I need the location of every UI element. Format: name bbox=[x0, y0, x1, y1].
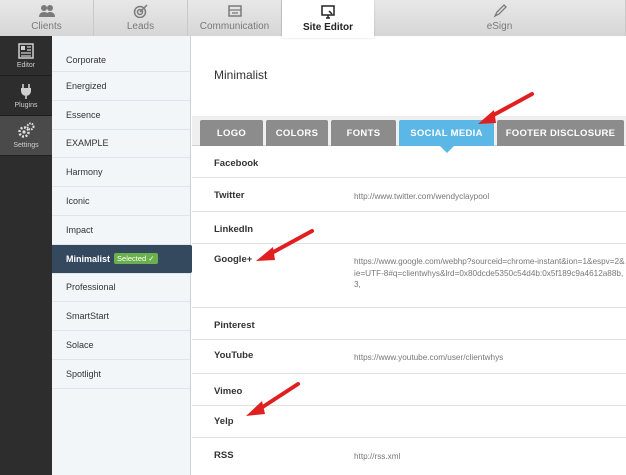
users-icon bbox=[38, 4, 56, 18]
social-label: LinkedIn bbox=[214, 224, 254, 235]
checkmark-icon: ✓ bbox=[148, 254, 155, 264]
social-row-google-plus[interactable]: Google+ https://www.google.com/webhp?sou… bbox=[192, 244, 626, 308]
social-label: Vimeo bbox=[214, 386, 243, 397]
gears-icon bbox=[17, 122, 35, 140]
nav-tab-label: Communication bbox=[199, 21, 270, 32]
selected-badge-label: Selected bbox=[117, 254, 147, 264]
theme-item-iconic[interactable]: Iconic bbox=[52, 187, 190, 216]
social-row-pinterest[interactable]: Pinterest bbox=[192, 308, 626, 340]
editor-icon bbox=[17, 42, 35, 60]
rail-item-plugins[interactable]: Plugins bbox=[0, 76, 52, 116]
social-label: Pinterest bbox=[214, 320, 255, 331]
pen-icon bbox=[491, 4, 509, 18]
social-row-twitter[interactable]: Twitter http://www.twitter.com/wendyclay… bbox=[192, 178, 626, 212]
page-title: Minimalist bbox=[214, 68, 268, 82]
rail-item-label: Plugins bbox=[14, 102, 38, 109]
theme-label: Iconic bbox=[66, 196, 90, 207]
tab-fonts[interactable]: FONTS bbox=[331, 120, 396, 146]
top-navigation: Clients Leads Communication Site Editor … bbox=[0, 0, 626, 38]
icon-rail: Editor Plugins Settings bbox=[0, 36, 52, 475]
nav-tab-label: eSign bbox=[486, 21, 513, 32]
main-panel: Minimalist LOGO COLORS FONTS SOCIAL MEDI… bbox=[192, 36, 626, 475]
social-row-rss[interactable]: RSS http://rss.xml bbox=[192, 438, 626, 475]
rail-item-label: Settings bbox=[13, 142, 39, 149]
nav-tab-label: Site Editor bbox=[302, 22, 353, 33]
theme-item-impact[interactable]: Impact bbox=[52, 216, 190, 245]
theme-item-spotlight[interactable]: Spotlight bbox=[52, 360, 190, 389]
theme-list: Corporate Energized Essence EXAMPLE Harm… bbox=[52, 36, 203, 475]
settings-tab-strip: LOGO COLORS FONTS SOCIAL MEDIA FOOTER DI… bbox=[192, 116, 626, 153]
social-label: YouTube bbox=[214, 350, 254, 361]
tab-footer-disclosure[interactable]: FOOTER DISCLOSURE bbox=[497, 120, 624, 146]
theme-item-solace[interactable]: Solace bbox=[52, 331, 190, 360]
theme-label: Harmony bbox=[66, 167, 103, 178]
envelope-icon bbox=[226, 4, 244, 18]
nav-tab-label: Clients bbox=[31, 21, 62, 32]
theme-item-smartstart[interactable]: SmartStart bbox=[52, 302, 190, 332]
nav-tab-esign[interactable]: eSign bbox=[374, 0, 626, 36]
theme-label: Minimalist bbox=[66, 253, 111, 264]
theme-item-minimalist[interactable]: Minimalist Selected ✓ bbox=[52, 244, 203, 274]
social-label: RSS bbox=[214, 450, 234, 461]
social-label: Twitter bbox=[214, 190, 245, 201]
theme-label: SmartStart bbox=[66, 311, 110, 322]
tab-social-media[interactable]: SOCIAL MEDIA bbox=[399, 120, 494, 153]
social-url-field[interactable]: http://www.twitter.com/wendyclaypool bbox=[354, 191, 626, 203]
rail-item-settings[interactable]: Settings bbox=[0, 116, 52, 156]
social-label: Yelp bbox=[214, 416, 234, 427]
social-media-list: Facebook Twitter http://www.twitter.com/… bbox=[192, 146, 626, 475]
tab-colors[interactable]: COLORS bbox=[266, 120, 328, 146]
theme-item-corporate[interactable]: Corporate bbox=[52, 36, 190, 72]
theme-label: Corporate bbox=[66, 54, 107, 65]
theme-label: Energized bbox=[66, 80, 107, 91]
theme-label: Essence bbox=[66, 109, 101, 120]
social-label: Facebook bbox=[214, 158, 259, 169]
theme-item-essence[interactable]: Essence bbox=[52, 101, 190, 130]
social-url-field[interactable]: http://rss.xml bbox=[354, 451, 626, 463]
social-row-vimeo[interactable]: Vimeo bbox=[192, 374, 626, 406]
nav-tab-site-editor[interactable]: Site Editor bbox=[282, 0, 374, 38]
theme-label: Professional bbox=[66, 282, 116, 293]
social-label: Google+ bbox=[214, 254, 253, 265]
social-url-field[interactable]: https://www.google.com/webhp?sourceid=ch… bbox=[354, 256, 626, 291]
nav-tab-leads[interactable]: Leads bbox=[94, 0, 188, 36]
theme-item-professional[interactable]: Professional bbox=[52, 274, 190, 303]
rail-item-editor[interactable]: Editor bbox=[0, 36, 52, 76]
monitor-icon bbox=[319, 5, 337, 19]
nav-tab-clients[interactable]: Clients bbox=[0, 0, 94, 36]
target-icon bbox=[132, 4, 150, 18]
theme-label: Solace bbox=[66, 340, 94, 351]
social-row-linkedin[interactable]: LinkedIn bbox=[192, 212, 626, 244]
theme-label: EXAMPLE bbox=[66, 138, 109, 149]
tab-logo[interactable]: LOGO bbox=[200, 120, 263, 146]
selected-badge: Selected ✓ bbox=[114, 253, 158, 265]
theme-item-harmony[interactable]: Harmony bbox=[52, 158, 190, 188]
theme-item-example[interactable]: EXAMPLE bbox=[52, 130, 190, 159]
social-row-youtube[interactable]: YouTube https://www.youtube.com/user/cli… bbox=[192, 340, 626, 374]
plug-icon bbox=[17, 82, 35, 100]
theme-label: Spotlight bbox=[66, 368, 102, 379]
theme-label: Impact bbox=[66, 224, 94, 235]
social-row-facebook[interactable]: Facebook bbox=[192, 146, 626, 178]
nav-tab-communication[interactable]: Communication bbox=[188, 0, 282, 36]
nav-tab-label: Leads bbox=[126, 21, 155, 32]
social-row-yelp[interactable]: Yelp bbox=[192, 406, 626, 438]
theme-item-energized[interactable]: Energized bbox=[52, 72, 190, 101]
rail-item-label: Editor bbox=[16, 62, 36, 69]
social-url-field[interactable]: https://www.youtube.com/user/clientwhys bbox=[354, 352, 626, 364]
